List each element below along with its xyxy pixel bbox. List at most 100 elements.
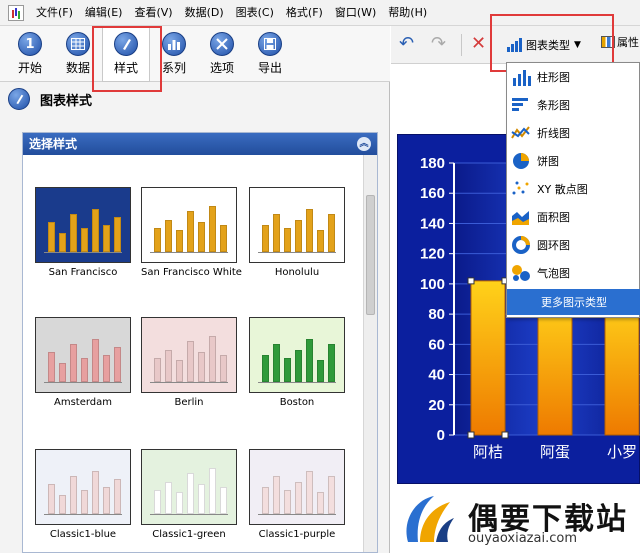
menu-data[interactable]: 数据(D)	[179, 0, 230, 26]
style-thumbnail[interactable]: Boston	[249, 317, 345, 408]
preview-bar	[92, 339, 99, 382]
menu-edit[interactable]: 编辑(E)	[79, 0, 129, 26]
preview-bar	[284, 490, 291, 514]
chart-bar[interactable]	[470, 280, 506, 436]
preview-bar	[306, 339, 313, 382]
start-button[interactable]: 1 开始	[6, 26, 54, 82]
preview-axis	[44, 382, 122, 383]
dropdown-item-bar[interactable]: 条形图	[507, 91, 640, 119]
table-icon	[66, 32, 90, 56]
start-icon: 1	[18, 32, 42, 56]
style-thumbnail[interactable]: Classic1-blue	[35, 449, 131, 540]
style-thumbnail[interactable]: Berlin	[141, 317, 237, 408]
y-tick-label: 120	[420, 246, 445, 263]
preview-bar	[209, 468, 216, 514]
y-tick-label: 180	[420, 155, 445, 172]
properties-icon	[601, 36, 615, 48]
preview-bar	[295, 482, 302, 514]
style-thumbnail[interactable]: Honolulu	[249, 187, 345, 278]
preview-bar	[48, 222, 55, 252]
style-thumbnail-label: Berlin	[174, 397, 204, 408]
preview-bar	[295, 350, 302, 382]
dropdown-item-area[interactable]: 面积图	[507, 203, 640, 231]
style-thumbnail[interactable]: Amsterdam	[35, 317, 131, 408]
style-panel: 选择样式 ︽ San Francisco San Francisco White H…	[22, 132, 378, 553]
preview-bar	[209, 206, 216, 252]
disk-icon	[258, 32, 282, 56]
dropdown-item-column[interactable]: 柱形图	[507, 63, 640, 91]
chart-bar[interactable]	[537, 296, 573, 436]
watermark-url: ouyaoxiazai.com	[468, 531, 577, 546]
preview-bar	[103, 225, 110, 252]
redo-icon[interactable]: ↷	[431, 35, 446, 53]
app-icon	[8, 4, 24, 21]
properties-button[interactable]: 属性	[601, 34, 639, 50]
preview-axis	[258, 252, 336, 253]
preview-bar	[187, 473, 194, 514]
style-button[interactable]: 样式	[102, 26, 150, 82]
preview-bar	[92, 471, 99, 514]
dropdown-item-bubble[interactable]: 气泡图	[507, 259, 640, 287]
preview-axis	[150, 382, 228, 383]
preview-bar	[328, 344, 335, 382]
style-thumbnail[interactable]: San Francisco	[35, 187, 131, 278]
menu-file[interactable]: 文件(F)	[30, 0, 79, 26]
preview-bar	[273, 214, 280, 252]
scrollbar-thumb[interactable]	[366, 195, 375, 315]
style-thumbnail[interactable]: San Francisco White	[141, 187, 242, 278]
undo-icon[interactable]: ↶	[399, 35, 414, 53]
style-preview-image	[141, 449, 237, 525]
series-button[interactable]: 系列	[150, 26, 198, 82]
more-chart-types-label: 更多图示类型	[541, 296, 607, 309]
panel-scrollbar[interactable]	[363, 155, 377, 552]
data-label: 数据	[65, 61, 90, 75]
dropdown-item-pie[interactable]: 饼图	[507, 147, 640, 175]
selection-handle[interactable]	[501, 431, 509, 439]
preview-bar	[103, 355, 110, 382]
chart-type-dropdown: 柱形图 条形图 折线图 饼图 XY 散点图 面积图 圆环图 气泡图 更多图示类型	[506, 62, 640, 318]
style-thumbnail[interactable]: Classic1-purple	[249, 449, 345, 540]
collapse-chevron-icon[interactable]: ︽	[357, 137, 371, 151]
preview-bar	[59, 363, 66, 382]
dropdown-item-label: 面积图	[537, 211, 570, 224]
chart-type-button[interactable]: 图表类型 ▼	[507, 34, 581, 56]
menu-format[interactable]: 格式(F)	[280, 0, 329, 26]
selection-handle[interactable]	[467, 431, 475, 439]
style-preview-image	[249, 317, 345, 393]
chart-bar[interactable]	[604, 296, 640, 436]
scatter-chart-icon	[511, 180, 531, 198]
series-label: 系列	[161, 61, 186, 75]
style-thumbnail-label: Amsterdam	[53, 397, 113, 408]
menu-chart[interactable]: 图表(C)	[230, 0, 280, 26]
dropdown-item-doughnut[interactable]: 圆环图	[507, 231, 640, 259]
preview-bar	[295, 220, 302, 252]
start-label: 开始	[17, 61, 42, 75]
export-button[interactable]: 导出	[246, 26, 294, 82]
panel-header[interactable]: 选择样式 ︽	[23, 133, 377, 155]
chevron-down-icon: ▼	[574, 40, 581, 50]
preview-axis	[44, 514, 122, 515]
style-thumbnail[interactable]: Classic1-green	[141, 449, 237, 540]
options-button[interactable]: 选项	[198, 26, 246, 82]
pie-chart-icon	[511, 152, 531, 170]
data-button[interactable]: 数据	[54, 26, 102, 82]
preview-bar	[220, 355, 227, 382]
more-chart-types-button[interactable]: 更多图示类型	[507, 289, 640, 315]
delete-icon[interactable]: ✕	[471, 35, 486, 53]
selection-handle[interactable]	[467, 277, 475, 285]
menu-help[interactable]: 帮助(H)	[382, 0, 433, 26]
preview-bar	[262, 487, 269, 514]
preview-bar	[306, 209, 313, 252]
dropdown-item-label: 气泡图	[537, 267, 570, 280]
series-icon	[162, 32, 186, 56]
menu-window[interactable]: 窗口(W)	[329, 0, 382, 26]
brush-icon	[8, 88, 30, 110]
dropdown-item-scatter[interactable]: XY 散点图	[507, 175, 640, 203]
left-pane: 1 开始 数据 样式 系列 选项 导出 图表样式 选择样式 ︽ San Fran…	[0, 26, 390, 553]
dropdown-item-line[interactable]: 折线图	[507, 119, 640, 147]
preview-bar	[328, 476, 335, 514]
style-thumbnail-label: Classic1-purple	[258, 529, 336, 540]
menu-view[interactable]: 查看(V)	[128, 0, 178, 26]
preview-bar	[284, 228, 291, 252]
chart-toolbar: ↶ ↷ ✕ 图表类型 ▼ 属性	[391, 26, 640, 64]
